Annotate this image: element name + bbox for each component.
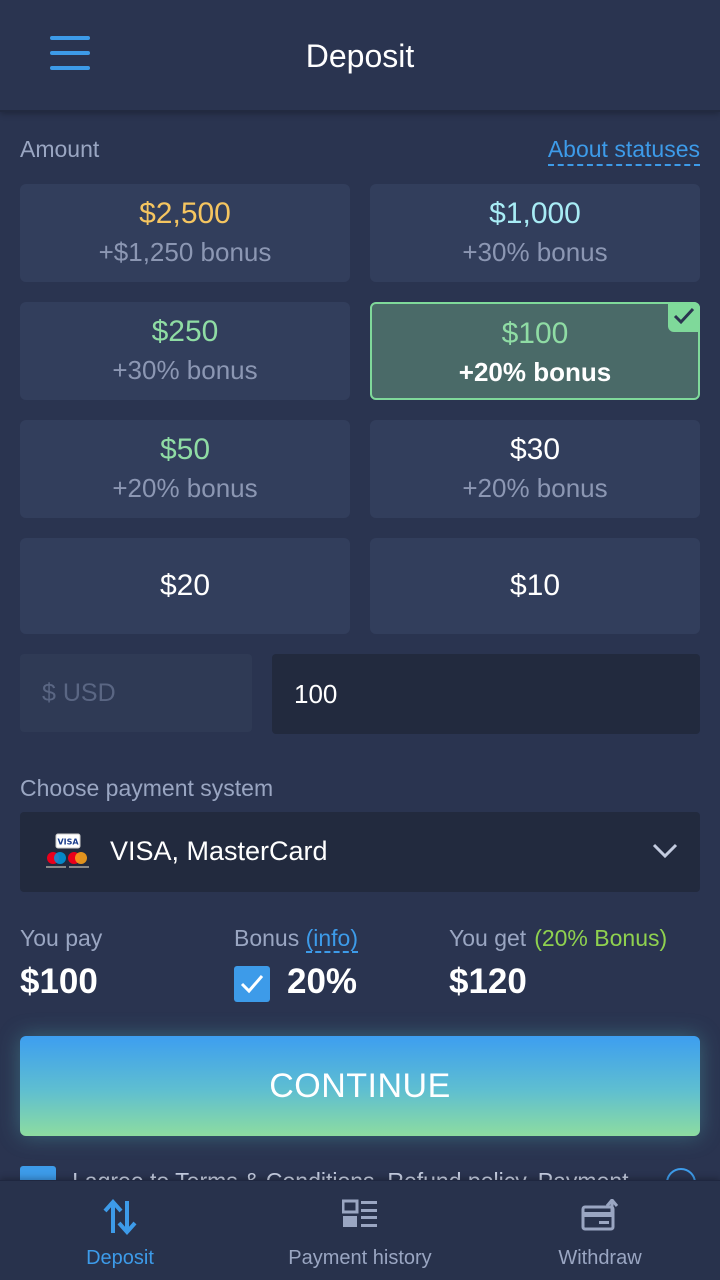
tile-bonus: +30% bonus xyxy=(112,355,258,385)
tile-bonus: +20% bonus xyxy=(458,357,612,387)
amount-tile-20[interactable]: $20 xyxy=(20,538,350,634)
visa-mastercard-logo-icon: VISA xyxy=(42,832,92,872)
tile-amount: $250 xyxy=(151,315,219,348)
tile-amount: $20 xyxy=(159,569,211,602)
info-icon[interactable] xyxy=(666,1168,696,1180)
nav-deposit-label: Deposit xyxy=(86,1247,154,1269)
amount-input[interactable]: 100 xyxy=(272,654,700,734)
you-get-value: $120 xyxy=(449,962,527,1001)
bonus-label-group: Bonus (info) xyxy=(234,925,359,953)
bonus-label: Bonus xyxy=(234,925,300,951)
about-statuses-link[interactable]: About statuses xyxy=(547,136,700,166)
list-icon xyxy=(342,1199,377,1227)
tile-bonus: +$1,250 bonus xyxy=(98,237,272,267)
page-title: Deposit xyxy=(305,38,415,74)
bonus-checkbox[interactable] xyxy=(234,966,270,1002)
tile-bonus: +30% bonus xyxy=(462,237,608,267)
currency-field: $ USD xyxy=(20,654,252,732)
bonus-info-link[interactable]: (info) xyxy=(305,925,359,953)
payment-system-value: VISA, MasterCard xyxy=(110,836,328,866)
tile-amount: $50 xyxy=(159,433,211,466)
arrows-updown-icon xyxy=(103,1199,137,1235)
tile-bonus: +20% bonus xyxy=(462,473,608,503)
tile-amount: $100 xyxy=(501,317,569,350)
nav-deposit[interactable]: Deposit xyxy=(0,1181,240,1280)
amount-tile-50[interactable]: $50 +20% bonus xyxy=(20,420,350,518)
nav-withdraw-label: Withdraw xyxy=(558,1247,642,1269)
tile-bonus: +20% bonus xyxy=(112,473,258,503)
you-get-label-group: You get (20% Bonus) xyxy=(449,925,667,952)
wallet-withdraw-icon xyxy=(581,1199,619,1231)
terms-checkbox[interactable] xyxy=(20,1166,56,1180)
you-pay-value: $100 xyxy=(20,962,98,1001)
you-pay-label: You pay xyxy=(20,925,103,951)
bonus-value: 20% xyxy=(287,962,358,1001)
svg-text:VISA: VISA xyxy=(57,838,79,847)
amount-tile-2500[interactable]: $2,500 +$1,250 bonus xyxy=(20,184,350,282)
tile-amount: $30 xyxy=(509,433,561,466)
tile-amount: $10 xyxy=(509,569,561,602)
selected-check-icon xyxy=(668,302,700,332)
you-get-label: You get xyxy=(449,925,527,951)
terms-row: I agree to Terms & Conditions, Refund po… xyxy=(20,1166,700,1180)
continue-button[interactable]: CONTINUE xyxy=(20,1036,700,1136)
terms-text: I agree to Terms & Conditions, Refund po… xyxy=(72,1168,629,1180)
amount-tile-1000[interactable]: $1,000 +30% bonus xyxy=(370,184,700,282)
header: Deposit xyxy=(0,0,720,112)
tile-amount: $2,500 xyxy=(139,197,231,230)
you-get-bonus-note: (20% Bonus) xyxy=(534,925,668,951)
amount-tile-30[interactable]: $30 +20% bonus xyxy=(370,420,700,518)
amount-tile-100-selected[interactable]: $100 +20% bonus xyxy=(370,302,700,400)
payment-system-label: Choose payment system xyxy=(20,775,274,801)
amount-tile-250[interactable]: $250 +30% bonus xyxy=(20,302,350,400)
tile-amount: $1,000 xyxy=(489,197,581,230)
nav-payment-history[interactable]: Payment history xyxy=(240,1181,480,1280)
nav-withdraw[interactable]: Withdraw xyxy=(480,1181,720,1280)
nav-payment-history-label: Payment history xyxy=(288,1247,432,1269)
amount-label: Amount xyxy=(20,136,100,162)
payment-system-select[interactable]: VISA VISA, MasterCard xyxy=(20,812,700,892)
amount-tile-10[interactable]: $10 xyxy=(370,538,700,634)
chevron-down-icon xyxy=(652,843,678,859)
bottom-nav: Deposit Payment history Withdraw xyxy=(0,1180,720,1280)
